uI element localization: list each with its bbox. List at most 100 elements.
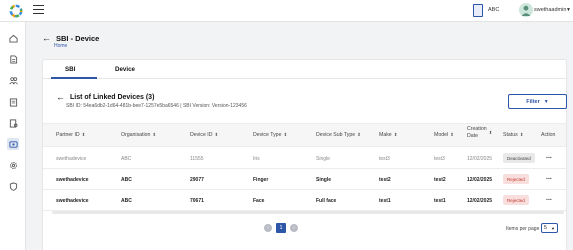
column-label: Partner ID — [56, 132, 80, 138]
cell-creation-date: 12/02/2025 — [467, 156, 493, 162]
table-header: Partner ID ⬍ Organisation ⬍ Device ID ⬍ Dev… — [43, 123, 566, 147]
row-action-menu[interactable]: ... — [546, 174, 552, 181]
cell-device-sub-type: Full face — [316, 198, 337, 204]
sort-icon[interactable]: ⬍ — [82, 132, 86, 138]
table-row[interactable]: swethadevice ABC 29077 Finger Single tes… — [43, 169, 566, 190]
cell-partner-id: swethadevice — [56, 156, 87, 162]
status-badge: Deactivated — [503, 153, 535, 163]
next-page-icon[interactable]: › — [290, 224, 298, 232]
sort-icon[interactable]: ⬍ — [357, 132, 361, 138]
column-label: Device Type — [253, 132, 282, 138]
sidebar-item-security[interactable] — [7, 180, 19, 192]
cell-make: test3 — [379, 156, 390, 162]
cell-device-type: Iris — [253, 156, 260, 162]
filter-button[interactable]: Filter ▼ — [508, 94, 567, 109]
column-device-id[interactable]: Device ID ⬍ — [190, 132, 218, 138]
avatar[interactable] — [519, 3, 533, 17]
table-row[interactable]: swethadevice ABC 70671 Face Full face te… — [43, 190, 566, 211]
sbi-details: SBI ID: 54ea6db2-1d64-481b-bee7-1257e5ba… — [66, 103, 247, 109]
sidebar-item-certificates[interactable] — [7, 117, 19, 129]
sort-icon[interactable]: ⬍ — [283, 132, 287, 138]
sort-icon[interactable]: ⬍ — [215, 132, 219, 138]
sidebar-item-partners[interactable] — [7, 74, 19, 86]
sidebar-item-home[interactable] — [7, 32, 19, 44]
report-icon — [9, 97, 17, 107]
column-label: Action — [541, 132, 556, 138]
cell-model: test1 — [434, 198, 446, 204]
column-model[interactable]: Model ⬍ — [434, 132, 454, 138]
sort-icon[interactable]: ⬍ — [152, 132, 156, 138]
column-partner-id[interactable]: Partner ID ⬍ — [56, 132, 85, 138]
cell-device-id: 11555 — [190, 156, 204, 162]
sidebar-item-devices[interactable] — [7, 138, 19, 150]
column-label: Device ID — [190, 132, 213, 138]
cell-device-sub-type: Single — [316, 156, 330, 162]
org-label[interactable]: ABC — [488, 7, 499, 13]
column-label: Device Sub Type — [316, 132, 356, 138]
column-label: Make — [379, 132, 392, 138]
cell-organisation: ABC — [121, 156, 132, 162]
items-per-page-value: 5 — [544, 225, 547, 231]
column-label: Status — [503, 132, 518, 138]
sidebar — [0, 22, 26, 250]
sort-icon[interactable]: ⬍ — [394, 132, 398, 138]
column-make[interactable]: Make ⬍ — [379, 132, 397, 138]
row-action-menu[interactable]: ... — [546, 195, 552, 202]
document-icon — [9, 54, 17, 64]
table-row[interactable]: swethadevice ABC 11555 Iris Single test3… — [43, 148, 566, 169]
sidebar-item-reports[interactable] — [7, 96, 19, 108]
active-tab-indicator — [51, 77, 97, 79]
user-menu-label[interactable]: swethaadmin — [534, 7, 566, 13]
sort-icon[interactable]: ⬍ — [450, 132, 454, 138]
horizontal-scrollbar[interactable] — [52, 211, 564, 214]
column-creation-date[interactable]: Creation Date ⬍ — [467, 126, 493, 139]
top-bar: ABC swethaadmin ▼ — [0, 0, 573, 22]
status-badge: Rejected — [503, 174, 529, 184]
cell-creation-date: 12/02/2025 — [467, 198, 493, 204]
column-device-sub-type[interactable]: Device Sub Type ⬍ — [316, 132, 361, 138]
tab-bar: SBI Device — [43, 60, 566, 79]
column-status[interactable]: Status ⬍ — [503, 132, 524, 138]
back-arrow-icon[interactable]: ← — [42, 33, 51, 43]
sort-icon[interactable]: ⬍ — [489, 130, 493, 136]
caret-down-icon: ▼ — [543, 98, 549, 105]
column-organisation[interactable]: Organisation ⬍ — [121, 132, 156, 138]
cell-partner-id: swethadevice — [56, 198, 89, 204]
cell-make: test1 — [379, 198, 391, 204]
cell-model: test2 — [434, 177, 446, 183]
main-content: ← SBI - Device Home SBI Device ← List of… — [26, 22, 573, 250]
status-badge: Rejected — [503, 195, 529, 205]
home-icon — [8, 34, 18, 43]
settings-icon — [9, 161, 17, 169]
column-label: Creation Date — [467, 126, 487, 139]
cell-model: test3 — [434, 156, 445, 162]
pagination: ‹ 1 › Items per page 5 ▼ — [43, 223, 566, 237]
app-logo-icon[interactable] — [9, 4, 23, 18]
chevron-down-icon[interactable]: ▼ — [566, 7, 571, 13]
items-per-page-select[interactable]: 5 ▼ — [541, 223, 558, 233]
building-icon[interactable] — [473, 4, 483, 17]
chevron-down-icon: ▼ — [551, 225, 555, 231]
device-icon — [8, 140, 18, 148]
cell-make: test2 — [379, 177, 391, 183]
back-arrow-icon[interactable]: ← — [56, 92, 65, 102]
hamburger-menu-icon[interactable] — [33, 5, 44, 15]
items-per-page-label: Items per page — [506, 226, 540, 232]
certificate-icon — [9, 118, 18, 128]
column-action: Action — [541, 132, 555, 138]
column-device-type[interactable]: Device Type ⬍ — [253, 132, 287, 138]
sidebar-item-settings[interactable] — [7, 159, 19, 171]
column-label: Organisation — [121, 132, 151, 138]
filter-button-label: Filter — [526, 98, 540, 105]
cell-device-type: Finger — [253, 177, 269, 183]
tab-sbi[interactable]: SBI — [65, 66, 75, 73]
page-number-current[interactable]: 1 — [276, 223, 286, 233]
tab-device[interactable]: Device — [115, 66, 135, 73]
row-action-menu[interactable]: ... — [546, 153, 552, 160]
cell-creation-date: 12/02/2025 — [467, 177, 493, 183]
sort-icon[interactable]: ⬍ — [520, 132, 524, 138]
breadcrumb-home[interactable]: Home — [54, 43, 67, 49]
list-header: ← List of Linked Devices (3) — [56, 92, 154, 102]
previous-page-icon[interactable]: ‹ — [264, 224, 272, 232]
sidebar-item-documents[interactable] — [7, 53, 19, 65]
